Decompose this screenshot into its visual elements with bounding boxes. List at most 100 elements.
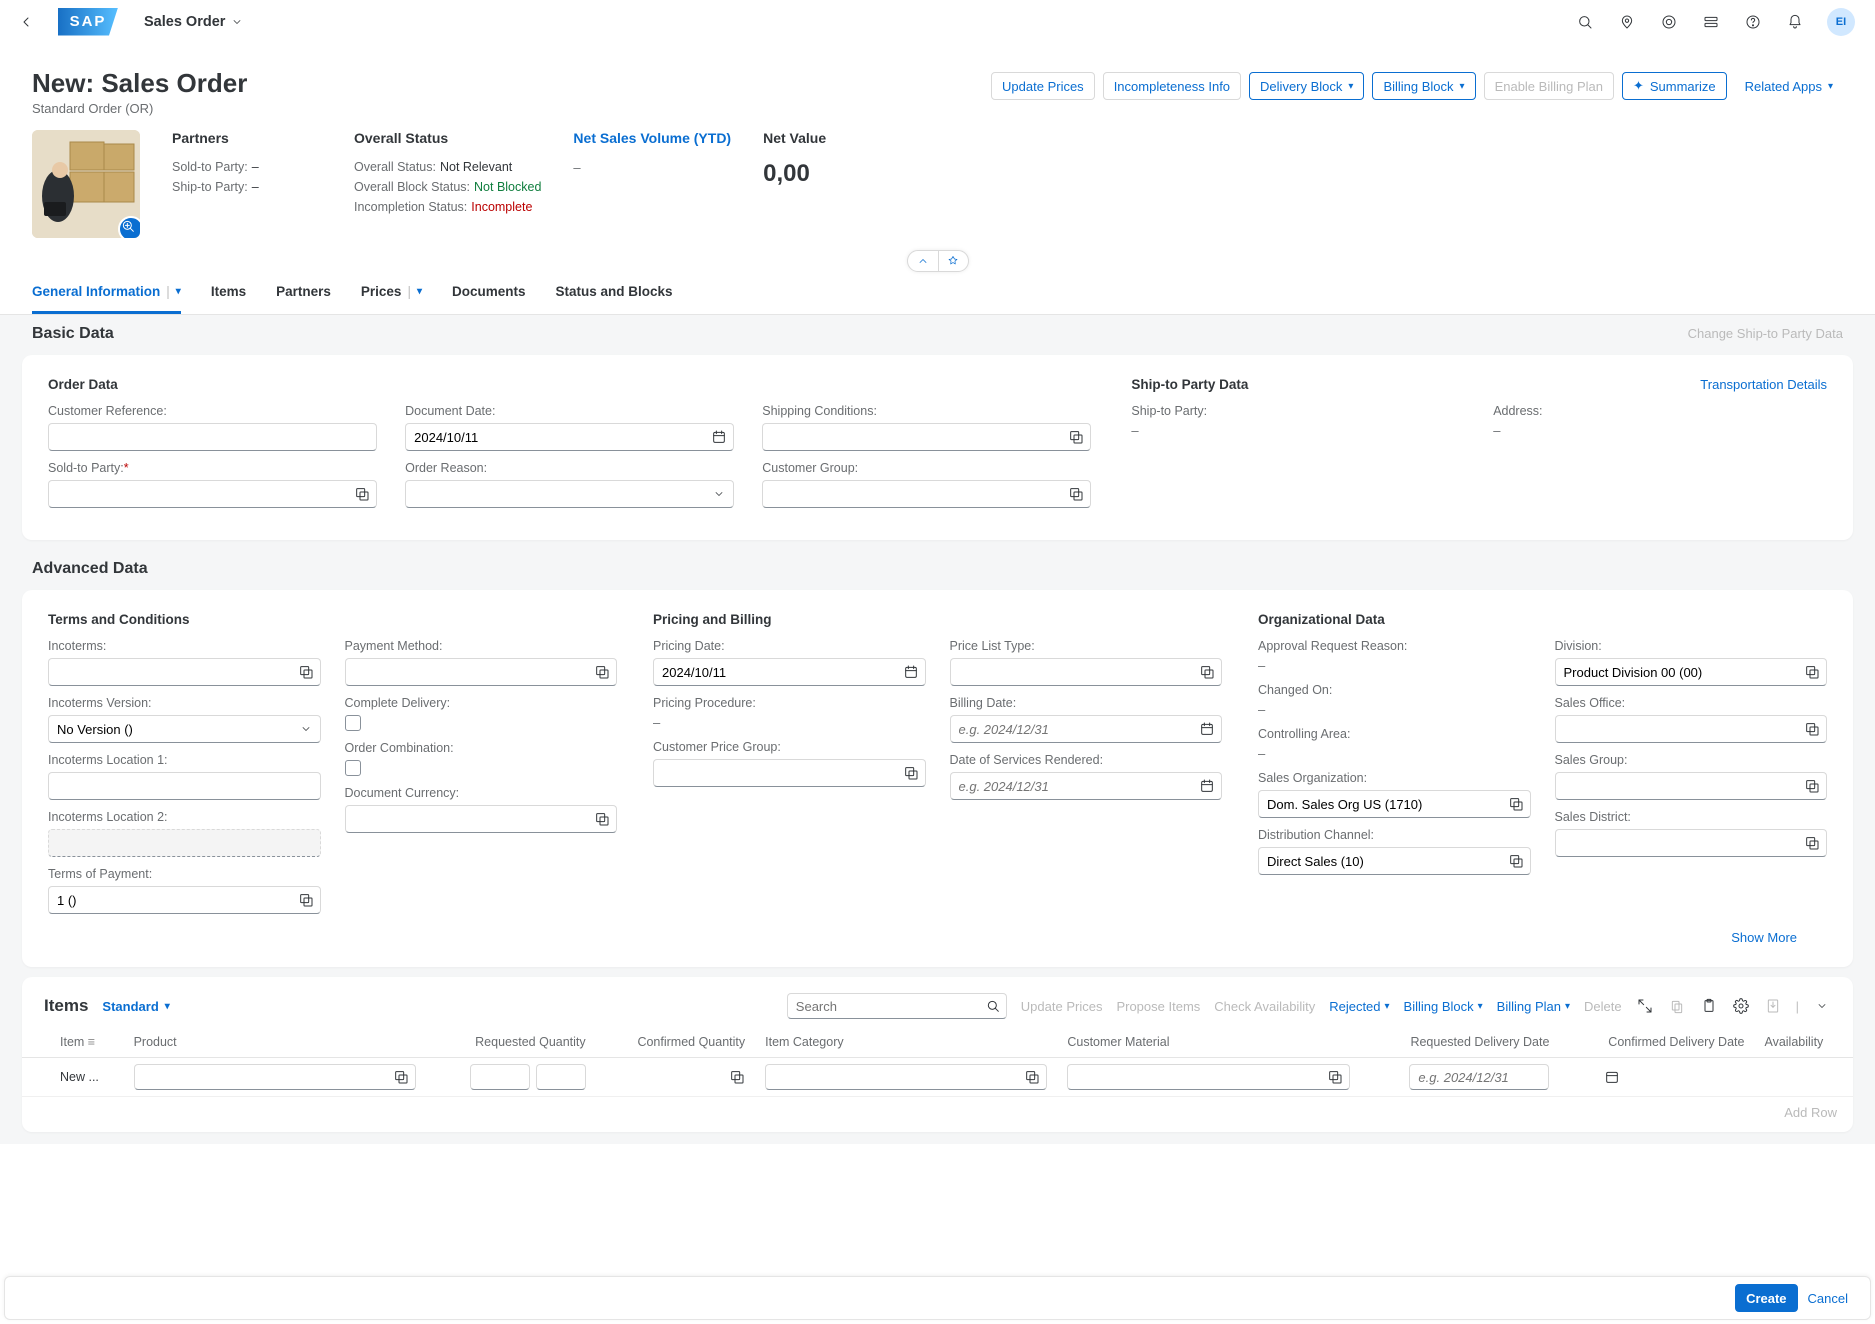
order-combination-checkbox[interactable] xyxy=(345,760,361,776)
calendar-icon[interactable] xyxy=(1193,773,1221,799)
col-conf-delivery[interactable]: Confirmed Delivery Date xyxy=(1559,1027,1754,1058)
billing-date-input[interactable] xyxy=(951,716,1194,742)
dist-channel-input[interactable] xyxy=(1259,848,1502,874)
tray-icon[interactable] xyxy=(1701,12,1721,32)
zoom-image-button[interactable] xyxy=(118,216,140,238)
show-more-link[interactable]: Show More xyxy=(1731,930,1797,945)
value-help-icon[interactable] xyxy=(292,659,320,685)
col-req-qty[interactable]: Requested Quantity xyxy=(426,1027,596,1058)
value-help-icon[interactable] xyxy=(1798,830,1826,856)
row-customer-material-input[interactable] xyxy=(1068,1065,1320,1089)
tab-items[interactable]: Items xyxy=(211,274,246,314)
payment-method-input[interactable] xyxy=(346,659,589,685)
billing-block-button[interactable]: Billing Block▾ xyxy=(1372,72,1475,100)
add-row-button[interactable]: Add Row xyxy=(22,1097,1853,1128)
cancel-button[interactable]: Cancel xyxy=(1798,1284,1858,1312)
value-help-icon[interactable] xyxy=(1502,791,1530,817)
pin-location-icon[interactable] xyxy=(1617,12,1637,32)
related-apps-button[interactable]: Related Apps▾ xyxy=(1735,72,1843,100)
app-title-dropdown[interactable]: Sales Order xyxy=(144,14,243,30)
summarize-button[interactable]: ✦Summarize xyxy=(1622,72,1727,100)
chevron-down-icon[interactable] xyxy=(292,716,320,742)
user-avatar[interactable]: EI xyxy=(1827,8,1855,36)
settings-icon[interactable] xyxy=(1732,997,1750,1015)
items-billing-plan-button[interactable]: Billing Plan ▾ xyxy=(1497,999,1570,1014)
collapse-header-button[interactable] xyxy=(908,251,938,271)
col-item[interactable]: Item ≡ xyxy=(50,1027,124,1058)
tab-status-blocks[interactable]: Status and Blocks xyxy=(556,274,673,314)
terms-payment-input[interactable] xyxy=(49,887,292,913)
notification-icon[interactable] xyxy=(1785,12,1805,32)
value-help-icon[interactable] xyxy=(387,1065,415,1089)
value-help-icon[interactable] xyxy=(1798,659,1826,685)
paste-icon[interactable] xyxy=(1700,997,1718,1015)
document-date-input[interactable] xyxy=(406,424,705,450)
sales-district-input[interactable] xyxy=(1556,830,1799,856)
row-product-input[interactable] xyxy=(135,1065,387,1089)
expand-icon[interactable] xyxy=(1636,997,1654,1015)
value-help-icon[interactable] xyxy=(292,887,320,913)
items-variant-selector[interactable]: Standard▾ xyxy=(102,999,169,1014)
pin-header-button[interactable] xyxy=(938,251,968,271)
value-help-icon[interactable] xyxy=(1193,659,1221,685)
help-icon[interactable] xyxy=(1743,12,1763,32)
shipping-conditions-input[interactable] xyxy=(763,424,1062,450)
chevron-down-icon[interactable]: ▾ xyxy=(176,286,181,297)
update-prices-button[interactable]: Update Prices xyxy=(991,72,1095,100)
value-help-icon[interactable] xyxy=(588,806,616,832)
back-button[interactable] xyxy=(12,8,40,36)
incoterms-version-input[interactable] xyxy=(49,716,292,742)
tab-documents[interactable]: Documents xyxy=(452,274,526,314)
search-icon[interactable] xyxy=(1575,12,1595,32)
create-button[interactable]: Create xyxy=(1735,1284,1797,1312)
items-rejected-button[interactable]: Rejected ▾ xyxy=(1329,999,1389,1014)
value-help-icon[interactable] xyxy=(588,659,616,685)
sales-org-input[interactable] xyxy=(1259,791,1502,817)
customer-ref-input[interactable] xyxy=(49,424,376,450)
pricing-date-input[interactable] xyxy=(654,659,897,685)
customer-group-input[interactable] xyxy=(763,481,1062,507)
incoterms-loc1-input[interactable] xyxy=(49,773,320,799)
value-help-icon[interactable] xyxy=(1798,716,1826,742)
col-customer-material[interactable]: Customer Material xyxy=(1057,1027,1359,1058)
sales-group-input[interactable] xyxy=(1556,773,1799,799)
sales-office-input[interactable] xyxy=(1556,716,1799,742)
value-help-icon[interactable] xyxy=(1018,1065,1046,1089)
tab-prices[interactable]: Prices | ▾ xyxy=(361,274,422,314)
col-item-category[interactable]: Item Category xyxy=(755,1027,1057,1058)
chevron-down-icon[interactable] xyxy=(705,481,733,507)
tab-partners[interactable]: Partners xyxy=(276,274,331,314)
services-rendered-input[interactable] xyxy=(951,773,1194,799)
value-help-icon[interactable] xyxy=(1798,773,1826,799)
value-help-icon[interactable] xyxy=(1062,481,1090,507)
division-input[interactable] xyxy=(1556,659,1799,685)
value-help-icon[interactable] xyxy=(348,481,376,507)
complete-delivery-checkbox[interactable] xyxy=(345,715,361,731)
calendar-icon[interactable] xyxy=(1193,716,1221,742)
incompleteness-info-button[interactable]: Incompleteness Info xyxy=(1103,72,1241,100)
value-help-icon[interactable] xyxy=(897,760,925,786)
value-help-icon[interactable] xyxy=(1062,424,1090,450)
tab-general-information[interactable]: General Information | ▾ xyxy=(32,274,181,314)
activity-icon[interactable] xyxy=(1659,12,1679,32)
chevron-down-icon[interactable]: ▾ xyxy=(417,286,422,297)
calendar-icon[interactable] xyxy=(1604,1065,1620,1089)
row-req-delivery-input[interactable] xyxy=(1410,1065,1604,1089)
delivery-block-button[interactable]: Delivery Block▾ xyxy=(1249,72,1364,100)
items-search-input[interactable] xyxy=(788,994,980,1018)
order-reason-input[interactable] xyxy=(406,481,705,507)
items-billing-block-button[interactable]: Billing Block ▾ xyxy=(1404,999,1483,1014)
search-icon[interactable] xyxy=(980,994,1006,1018)
price-list-type-input[interactable] xyxy=(951,659,1194,685)
chevron-down-icon[interactable] xyxy=(1813,997,1831,1015)
col-req-delivery[interactable]: Requested Delivery Date xyxy=(1360,1027,1560,1058)
net-sales-title-link[interactable]: Net Sales Volume (YTD) xyxy=(573,130,731,146)
col-conf-qty[interactable]: Confirmed Quantity xyxy=(596,1027,755,1058)
doc-currency-input[interactable] xyxy=(346,806,589,832)
change-ship-to-link[interactable]: Change Ship-to Party Data xyxy=(1688,326,1843,341)
row-item-category-input[interactable] xyxy=(766,1065,1018,1089)
value-help-icon[interactable] xyxy=(729,1065,745,1089)
sold-to-party-input[interactable] xyxy=(49,481,348,507)
calendar-icon[interactable] xyxy=(705,424,733,450)
value-help-icon[interactable] xyxy=(1321,1065,1349,1089)
